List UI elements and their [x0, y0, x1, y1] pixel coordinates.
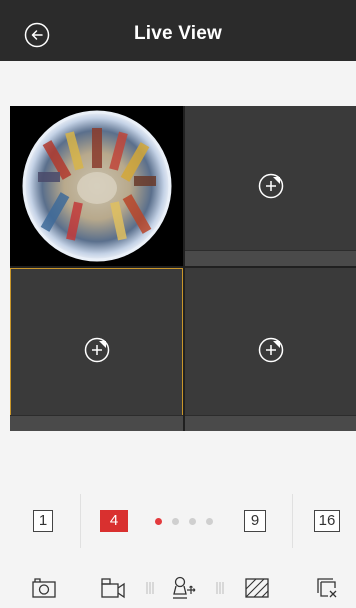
- layout-9-button[interactable]: 9: [244, 510, 266, 532]
- divider: [80, 494, 81, 548]
- bottom-toolbar: [0, 568, 356, 608]
- page-title: Live View: [133, 22, 223, 44]
- layout-4-button[interactable]: 4: [100, 510, 128, 532]
- close-all-icon[interactable]: [313, 574, 341, 602]
- capture-icon[interactable]: [30, 574, 58, 602]
- live-view-screen: Live View 1 4 9 16: [0, 0, 356, 608]
- video-tile-4[interactable]: [185, 268, 356, 431]
- back-arrow-icon[interactable]: [24, 22, 50, 48]
- video-grid: [10, 106, 356, 431]
- video-tile-3-selected[interactable]: [10, 268, 183, 431]
- video-tile-1[interactable]: [10, 106, 183, 266]
- divider: [292, 494, 293, 548]
- layout-switcher: 1 4 9 16: [0, 494, 356, 548]
- separator-icon: [146, 582, 154, 594]
- image-quality-icon[interactable]: [243, 574, 271, 602]
- tile-status-bar: [185, 415, 356, 431]
- tile-status-bar: [10, 415, 183, 431]
- tile-status-bar: [185, 250, 356, 266]
- page-dot[interactable]: [172, 518, 179, 525]
- page-dot[interactable]: [206, 518, 213, 525]
- layout-16-button[interactable]: 16: [314, 510, 340, 532]
- page-dot-active[interactable]: [155, 518, 162, 525]
- add-camera-icon[interactable]: [258, 173, 284, 199]
- layout-1-button[interactable]: 1: [33, 510, 53, 532]
- add-camera-icon[interactable]: [84, 337, 110, 363]
- record-icon[interactable]: [99, 574, 127, 602]
- ptz-icon[interactable]: [170, 574, 198, 602]
- header-bar: Live View: [0, 0, 356, 61]
- separator-icon: [216, 582, 224, 594]
- page-indicator: [155, 518, 213, 526]
- video-tile-2[interactable]: [185, 106, 356, 266]
- page-dot[interactable]: [189, 518, 196, 525]
- add-camera-icon[interactable]: [258, 337, 284, 363]
- fisheye-video-image: [22, 110, 172, 262]
